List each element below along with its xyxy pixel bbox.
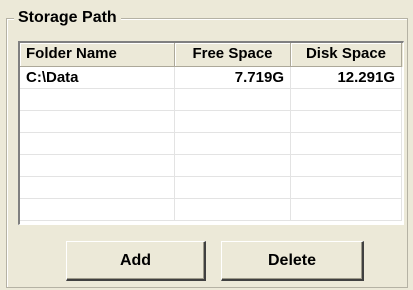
free-space-cell xyxy=(175,89,291,111)
table-row xyxy=(20,111,403,133)
disk-space-cell xyxy=(291,89,402,111)
free-space-cell xyxy=(175,133,291,155)
table-row[interactable]: C:\Data 7.719G 12.291G xyxy=(20,67,403,89)
column-header-folder-name[interactable]: Folder Name xyxy=(20,43,175,67)
free-space-cell xyxy=(175,177,291,199)
delete-button[interactable]: Delete xyxy=(221,241,364,281)
folder-name-cell xyxy=(20,89,175,111)
disk-space-cell xyxy=(291,133,402,155)
table-row xyxy=(20,89,403,111)
table-row xyxy=(20,133,403,155)
add-button[interactable]: Add xyxy=(66,241,206,281)
disk-space-cell xyxy=(291,177,402,199)
table-row xyxy=(20,155,403,177)
disk-space-cell xyxy=(291,155,402,177)
disk-space-cell xyxy=(291,199,402,221)
free-space-cell xyxy=(175,111,291,133)
folder-name-cell xyxy=(20,199,175,221)
folder-name-cell xyxy=(20,111,175,133)
column-header-disk-space[interactable]: Disk Space xyxy=(291,43,402,67)
column-header-free-space[interactable]: Free Space xyxy=(175,43,291,67)
folder-name-cell xyxy=(20,155,175,177)
free-space-cell: 7.719G xyxy=(175,67,291,89)
folder-name-cell: C:\Data xyxy=(20,67,175,89)
free-space-cell xyxy=(175,199,291,221)
disk-space-cell xyxy=(291,111,402,133)
table-row xyxy=(20,199,403,221)
group-title: Storage Path xyxy=(14,8,121,28)
table-row xyxy=(20,177,403,199)
free-space-cell xyxy=(175,155,291,177)
disk-space-cell: 12.291G xyxy=(291,67,402,89)
list-header: Folder Name Free Space Disk Space xyxy=(20,43,403,67)
folder-name-cell xyxy=(20,177,175,199)
storage-path-list[interactable]: Folder Name Free Space Disk Space C:\Dat… xyxy=(18,41,404,225)
folder-name-cell xyxy=(20,133,175,155)
